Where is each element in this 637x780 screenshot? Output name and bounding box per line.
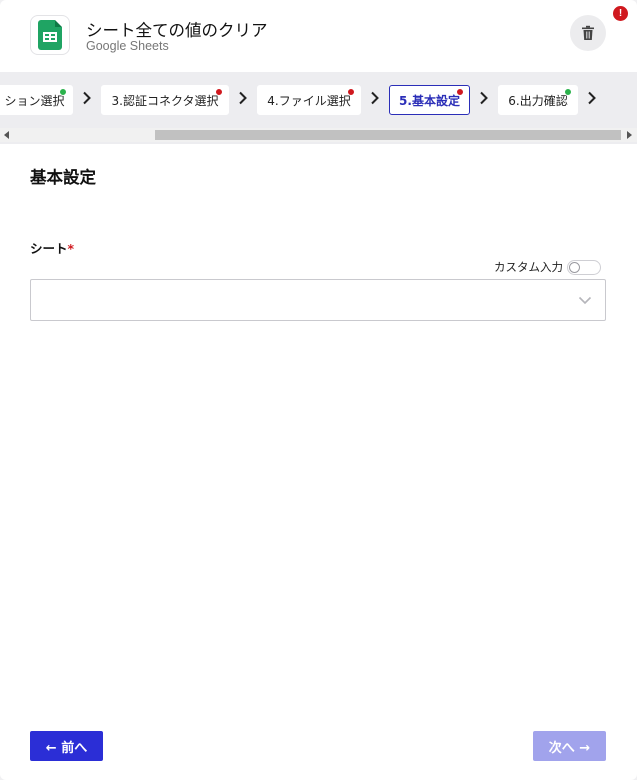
step-label: 5.基本設定 bbox=[399, 93, 460, 108]
step-basic-settings[interactable]: 5.基本設定 bbox=[389, 85, 470, 115]
scroll-left-arrow-icon[interactable] bbox=[4, 131, 9, 139]
step-file-select[interactable]: 4.ファイル選択 bbox=[257, 85, 361, 115]
toggle-knob bbox=[569, 261, 580, 273]
google-sheets-icon bbox=[30, 15, 70, 55]
dialog-header: シート全ての値のクリア Google Sheets ! bbox=[0, 0, 637, 72]
app-name: Google Sheets bbox=[86, 39, 169, 53]
check-badge-icon bbox=[564, 88, 572, 96]
step-auth-connector[interactable]: 3.認証コネクタ選択 bbox=[101, 85, 229, 115]
trash-icon bbox=[582, 25, 594, 40]
delete-button[interactable] bbox=[570, 15, 606, 51]
step-label: 3.認証コネクタ選択 bbox=[111, 93, 219, 108]
step-label: 4.ファイル選択 bbox=[267, 93, 351, 108]
chevron-right-icon bbox=[371, 91, 379, 105]
chevron-right-icon bbox=[83, 91, 91, 105]
step-label: ション選択 bbox=[4, 93, 65, 108]
steps-bar: ション選択 3.認証コネクタ選択 4.ファイル選択 5.基本設定 6.出力確認 bbox=[0, 72, 637, 144]
required-mark: * bbox=[67, 241, 75, 256]
chevron-down-icon bbox=[578, 296, 592, 305]
next-button[interactable]: 次へ → bbox=[533, 731, 606, 761]
sheets-doc-shape bbox=[38, 20, 62, 50]
check-badge-icon bbox=[59, 88, 67, 96]
custom-input-toggle[interactable] bbox=[567, 259, 601, 275]
prev-button[interactable]: ← 前へ bbox=[30, 731, 103, 761]
error-badge-icon: ! bbox=[613, 6, 628, 21]
sheets-grid bbox=[43, 32, 57, 42]
custom-input-toggle-group: カスタム入力 bbox=[494, 258, 601, 276]
error-dot-icon bbox=[215, 88, 223, 96]
sheet-field-label: シート* bbox=[30, 238, 74, 257]
section-title: 基本設定 bbox=[30, 168, 96, 187]
step-action-select[interactable]: ション選択 bbox=[0, 85, 73, 115]
error-dot-icon bbox=[347, 88, 355, 96]
scrollbar-thumb[interactable] bbox=[155, 130, 621, 140]
scroll-right-arrow-icon[interactable] bbox=[627, 131, 632, 139]
error-dot-icon bbox=[456, 88, 464, 96]
chevron-right-icon bbox=[239, 91, 247, 105]
steps-scrollbar[interactable] bbox=[0, 128, 637, 142]
sheet-label-text: シート bbox=[30, 241, 68, 256]
chevron-right-icon bbox=[588, 91, 596, 105]
step-label: 6.出力確認 bbox=[508, 93, 568, 108]
sheets-doc-fold bbox=[55, 20, 62, 27]
chevron-right-icon bbox=[480, 91, 488, 105]
step-output-confirm[interactable]: 6.出力確認 bbox=[498, 85, 578, 115]
sheet-select[interactable] bbox=[30, 279, 606, 321]
action-title: シート全ての値のクリア bbox=[86, 21, 268, 40]
dialog-panel: シート全ての値のクリア Google Sheets ! ション選択 3.認証コネ… bbox=[0, 0, 637, 780]
custom-input-label: カスタム入力 bbox=[494, 260, 563, 274]
